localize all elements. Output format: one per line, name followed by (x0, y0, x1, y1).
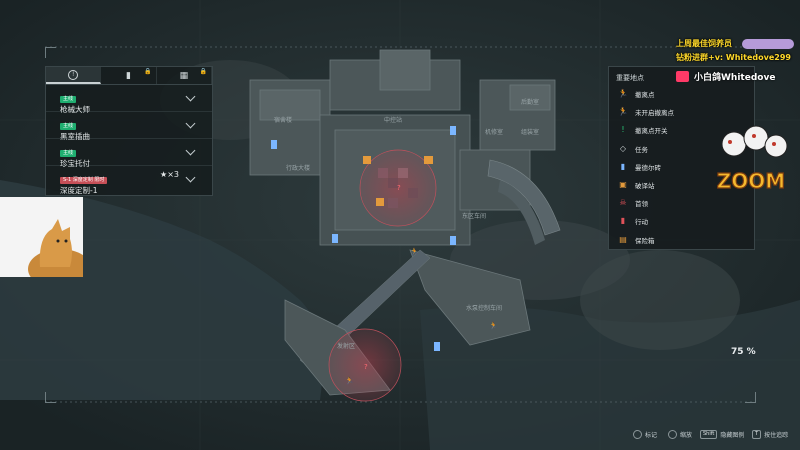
key-shift: Shift (700, 430, 718, 439)
mission-panel: ! ▮ 🔒 ▦ 🔒 主线 枪械大师 主线 黑室插曲 主线 珍宝托付 S-1 深度… (45, 66, 213, 196)
svg-text:🏃: 🏃 (410, 247, 419, 256)
svg-text:水泵控制车间: 水泵控制车间 (466, 304, 502, 312)
exit-switch-icon: ! (621, 125, 625, 135)
douyin-icon (676, 71, 689, 82)
svg-text:发射区: 发射区 (337, 342, 355, 350)
zoom-logo: ZOOM (716, 125, 788, 194)
svg-text:🏃: 🏃 (345, 376, 354, 385)
frame-corner-tl (45, 47, 56, 58)
svg-text:行政大楼: 行政大楼 (286, 164, 310, 172)
promo-name-bar (742, 39, 794, 49)
mouse-icon (633, 430, 642, 439)
map-zoom-level: 75 % (731, 347, 756, 357)
action-icon: ▮ (620, 216, 626, 226)
legend-label: 保险箱 (635, 236, 655, 245)
legend-label: 任务 (635, 145, 648, 154)
mission-tag: 主线 (60, 123, 77, 130)
legend-item[interactable]: ▮ 行动 (609, 212, 754, 230)
legend-label: 未开启撤离点 (635, 109, 674, 118)
calendar-icon: ▦ (179, 70, 189, 81)
lock-icon: 🔒 (144, 68, 152, 75)
mission-item[interactable]: 主线 枪械大师 (46, 85, 212, 114)
scroll-icon (668, 430, 677, 439)
frame-corner-bl (45, 392, 56, 403)
mission-item[interactable]: 主线 黑室插曲 (46, 112, 212, 141)
mission-star-count: ★×3 (160, 170, 179, 179)
svg-text:宿舍楼: 宿舍楼 (274, 116, 292, 124)
legend-label: 撤离点开关 (635, 127, 668, 136)
hint-label: 标记 (645, 432, 658, 439)
mission-item[interactable]: S-1 深度定制 限时 深度定制-1 ★×3 (46, 166, 212, 195)
chevron-down-icon[interactable] (185, 145, 196, 156)
flag-icon: ▮ (126, 70, 131, 81)
tab-missions[interactable]: ! (46, 67, 102, 84)
chevron-down-icon[interactable] (185, 172, 196, 183)
zoom-logo-text: ZOOM (717, 169, 785, 193)
hint-zoom: 缩放 (668, 430, 692, 439)
streamer-tag: 小白鸽Whitedove (676, 70, 775, 83)
webcam-overlay (0, 197, 83, 277)
tab-flags[interactable]: ▮ 🔒 (101, 67, 157, 84)
mission-title: 深度定制-1 (60, 186, 98, 195)
promo-text-line2: 钻粉进群+v: Whitedove299 (676, 53, 791, 62)
legend-item[interactable]: ☠ 首领 (609, 194, 754, 212)
mission-tag: 主线 (60, 96, 77, 103)
hint-label: 按住追踪 (764, 432, 789, 439)
svg-text:🏃: 🏃 (489, 321, 498, 330)
mission-item[interactable]: 主线 珍宝托付 (46, 139, 212, 168)
svg-text:后勤室: 后勤室 (521, 98, 539, 106)
safe-icon: ▤ (619, 234, 627, 244)
legend-label: 行动 (635, 218, 648, 227)
dog-mascot-image (0, 197, 83, 277)
legend-item[interactable]: 🏃 撤离点 (609, 85, 754, 103)
hint-mark: 标记 (633, 430, 657, 439)
promo-text-line1: 上周最佳饲养员 (676, 39, 732, 48)
legend-label: 破译站 (635, 182, 655, 191)
tab-calendar[interactable]: ▦ 🔒 (157, 67, 212, 84)
running-exit-closed-icon: 🏃 (618, 107, 628, 117)
svg-text:中控站: 中控站 (384, 116, 402, 124)
mission-tag: 主线 (60, 150, 77, 157)
chevron-down-icon[interactable] (185, 118, 196, 129)
legend-label: 撤离点 (635, 91, 655, 100)
hint-label: 缩放 (680, 432, 693, 439)
hint-track: T 按住追踪 (752, 430, 788, 439)
boss-icon: ☠ (619, 198, 627, 208)
hint-hide-legend: Shift 隐藏图例 (700, 430, 744, 439)
mission-alert-icon: ! (68, 69, 79, 80)
frame-corner-br (745, 392, 756, 403)
svg-text:?: ? (397, 184, 401, 192)
svg-text:?: ? (364, 363, 368, 371)
decrypt-station-icon: ▣ (619, 180, 627, 190)
mission-tag: S-1 深度定制 限时 (60, 177, 108, 184)
chevron-down-icon[interactable] (185, 91, 196, 102)
mandel-brick-icon: ▮ (620, 161, 626, 171)
svg-text:东区车间: 东区车间 (462, 212, 486, 220)
mission-icon: ◇ (619, 143, 627, 153)
svg-text:机修室: 机修室 (485, 128, 503, 136)
mission-tabs: ! ▮ 🔒 ▦ 🔒 (46, 67, 212, 85)
legend-label: 首领 (635, 200, 648, 209)
legend-item[interactable]: ▤ 保险箱 (609, 231, 754, 249)
running-exit-icon: 🏃 (618, 89, 628, 99)
streamer-name: 小白鸽Whitedove (694, 73, 776, 83)
lock-icon: 🔒 (199, 68, 207, 75)
hint-label: 隐藏图例 (720, 432, 745, 439)
svg-text:组装室: 组装室 (521, 128, 539, 136)
key-t: T (752, 430, 762, 439)
legend-label: 曼德尔砖 (635, 163, 661, 172)
